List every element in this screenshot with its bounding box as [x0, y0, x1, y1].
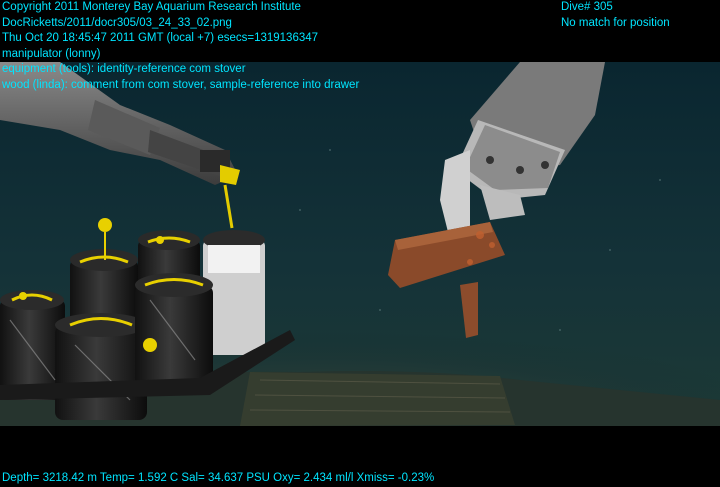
annotation-line: wood (linda): comment from com stover, s…: [2, 78, 360, 91]
timestamp-line: Thu Oct 20 18:45:47 2011 GMT (local +7) …: [2, 32, 319, 44]
top-left-caption: Copyright 2011 Monterey Bay Aquarium Res…: [2, 0, 359, 93]
annotation-line: equipment (tools): identity-reference co…: [2, 63, 246, 75]
annotation-line: manipulator (lonny): [2, 47, 101, 60]
image-path-line: DocRicketts/2011/docr305/03_24_33_02.png: [2, 16, 232, 29]
dive-number: Dive# 305: [561, 1, 613, 13]
position-status: No match for position: [561, 16, 670, 29]
copyright-line: Copyright 2011 Monterey Bay Aquarium Res…: [2, 1, 301, 13]
sensor-readout: Depth= 3218.42 m Temp= 1.592 C Sal= 34.6…: [2, 472, 435, 484]
top-right-caption: Dive# 305 No match for position: [561, 0, 670, 31]
